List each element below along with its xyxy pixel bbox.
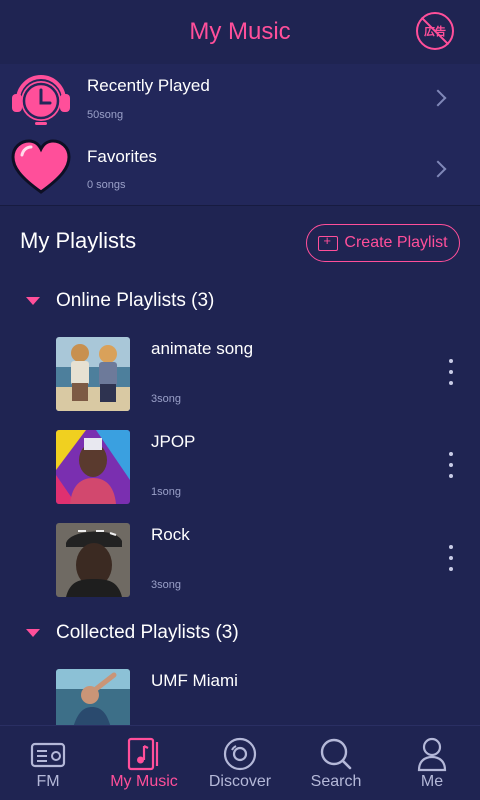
favorites-title: Favorites — [87, 147, 157, 166]
group-title: Collected Playlists (3) — [56, 622, 239, 643]
playlist-name: JPOP — [151, 432, 196, 451]
collected-playlists-toggle[interactable]: Collected Playlists (3) — [0, 614, 480, 654]
section-title: My Playlists — [20, 228, 137, 253]
caret-down-icon — [26, 629, 40, 637]
playlist-name: Rock — [151, 525, 190, 544]
playlist-row[interactable]: UMF Miami — [0, 669, 480, 725]
heart-icon — [11, 139, 71, 194]
more-options-icon[interactable] — [448, 359, 454, 385]
page-title: My Music — [189, 18, 291, 45]
chevron-right-icon — [429, 160, 447, 178]
tab-label: Search — [310, 773, 362, 790]
playlist-song-count: 3song — [151, 579, 181, 591]
caret-down-icon — [26, 297, 40, 305]
online-playlists-toggle[interactable]: Online Playlists (3) — [0, 282, 480, 322]
tab-label: Discover — [208, 773, 272, 790]
more-options-icon[interactable] — [448, 452, 454, 478]
favorites-count: 0 songs — [87, 179, 126, 191]
disc-icon — [223, 737, 257, 771]
top-bar: My Music 広告 — [0, 0, 480, 64]
chevron-right-icon — [429, 89, 447, 107]
tab-me[interactable]: Me — [384, 726, 480, 800]
tab-fm[interactable]: FM — [0, 726, 96, 800]
tab-label: My Music — [110, 773, 178, 790]
folder-add-icon — [318, 233, 339, 251]
music-note-icon — [127, 737, 159, 771]
create-playlist-label: Create Playlist — [344, 234, 448, 251]
playlist-name: animate song — [151, 339, 254, 358]
recently-played-title: Recently Played — [87, 76, 210, 95]
create-playlist-button[interactable]: Create Playlist — [306, 224, 460, 262]
tab-my-music[interactable]: My Music — [96, 726, 192, 800]
bottom-tab-bar: FM My Music Discover Search Me — [0, 725, 480, 800]
playlist-name: UMF Miami — [151, 671, 238, 690]
playlist-cover — [56, 523, 130, 597]
headphones-clock-icon — [12, 75, 70, 125]
playlist-song-count: 1song — [151, 486, 181, 498]
my-playlists-header: My Playlists Create Playlist — [0, 206, 480, 276]
tab-discover[interactable]: Discover — [192, 726, 288, 800]
no-ads-label: 広告 — [424, 26, 446, 38]
playlist-row[interactable]: Rock 3song — [0, 523, 480, 603]
tab-label: Me — [420, 773, 444, 790]
favorites-row[interactable]: Favorites 0 songs — [0, 135, 480, 206]
person-icon — [417, 737, 447, 772]
playlist-cover — [56, 337, 130, 411]
recently-played-row[interactable]: Recently Played 50song — [0, 64, 480, 135]
radio-icon — [30, 742, 66, 768]
playlist-cover — [56, 669, 130, 725]
more-options-icon[interactable] — [448, 545, 454, 571]
search-icon — [320, 738, 352, 770]
playlist-row[interactable]: animate song 3song — [0, 337, 480, 417]
quick-access-card: Recently Played 50song Favorites 0 songs — [0, 64, 480, 206]
playlist-row[interactable]: JPOP 1song — [0, 430, 480, 510]
group-title: Online Playlists (3) — [56, 290, 215, 311]
playlist-song-count: 3song — [151, 393, 181, 405]
recently-played-count: 50song — [87, 109, 124, 121]
tab-label: FM — [36, 773, 60, 790]
tab-search[interactable]: Search — [288, 726, 384, 800]
no-ads-button[interactable]: 広告 — [416, 12, 454, 50]
playlist-cover — [56, 430, 130, 504]
